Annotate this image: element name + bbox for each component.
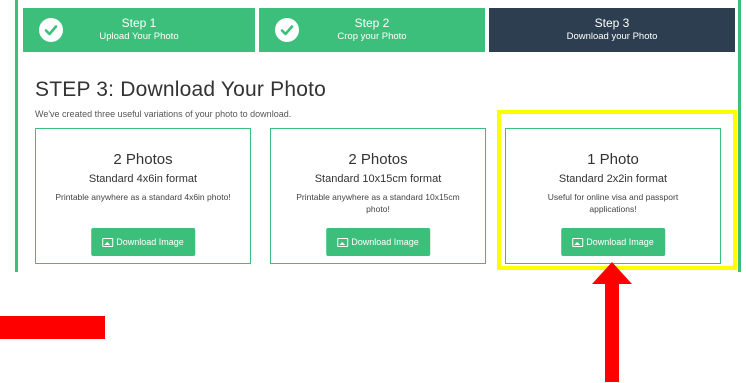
card-format: Standard 10x15cm format (314, 173, 442, 185)
photo-option-card-2x2in: 1 Photo Standard 2x2in format Useful for… (505, 128, 721, 264)
step-2-label: Crop your Photo (337, 31, 407, 42)
card-description: Printable anywhere as a standard 4x6in p… (55, 192, 231, 202)
step-3-number: Step 3 (594, 16, 630, 30)
image-icon (337, 237, 349, 247)
page-subtitle: We've created three useful variations of… (35, 109, 292, 119)
card-heading: 2 Photos (113, 151, 173, 168)
red-arrow-icon (592, 262, 632, 382)
image-icon (572, 237, 584, 247)
download-button-label: Download Image (586, 237, 654, 247)
card-description: Useful for online visa and passport appl… (547, 192, 679, 214)
photo-option-card-4x6in: 2 Photos Standard 4x6in format Printable… (35, 128, 251, 264)
card-description: Printable anywhere as a standard 10x15cm… (296, 192, 460, 214)
red-annotation-bar (0, 316, 105, 339)
step-3-label: Download your Photo (566, 31, 658, 42)
card-heading: 2 Photos (348, 151, 408, 168)
download-image-button[interactable]: Download Image (561, 228, 665, 256)
photo-option-card-10x15cm: 2 Photos Standard 10x15cm format Printab… (270, 128, 486, 264)
download-image-button[interactable]: Download Image (326, 228, 430, 256)
card-format: Standard 2x2in format (558, 173, 668, 185)
page-title: STEP 3: Download Your Photo (35, 78, 327, 101)
step-2[interactable]: Step 2 Crop your Photo (259, 8, 485, 52)
download-button-label: Download Image (116, 237, 184, 247)
step-2-number: Step 2 (354, 16, 390, 30)
image-icon (102, 237, 114, 247)
step-1[interactable]: Step 1 Upload Your Photo (23, 8, 255, 52)
card-heading: 1 Photo (587, 151, 639, 168)
step-1-number: Step 1 (121, 16, 157, 30)
download-button-label: Download Image (351, 237, 419, 247)
step-1-label: Upload Your Photo (99, 31, 179, 42)
download-image-button[interactable]: Download Image (91, 228, 195, 256)
step-progress: Step 1 Upload Your Photo Step 2 Crop you… (23, 8, 735, 52)
card-format: Standard 4x6in format (88, 173, 198, 185)
step-3[interactable]: Step 3 Download your Photo (489, 8, 735, 52)
